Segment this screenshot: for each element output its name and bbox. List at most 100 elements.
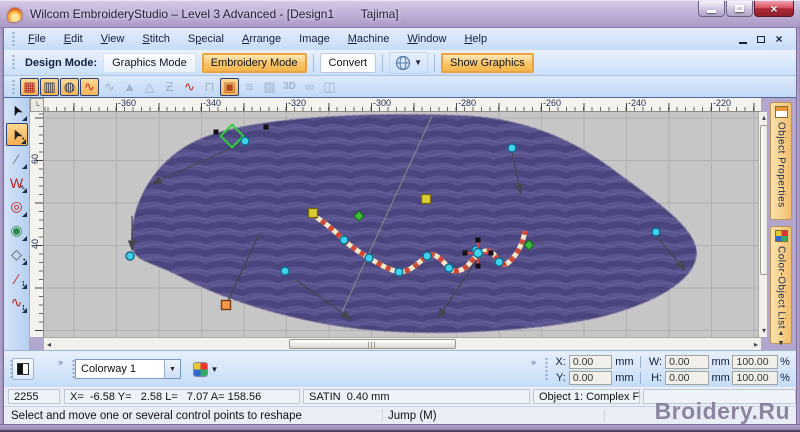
cyan-control-point[interactable] bbox=[280, 266, 290, 276]
black-control-point[interactable] bbox=[213, 129, 219, 135]
restore-icon bbox=[757, 33, 770, 43]
hoop-globe-button[interactable]: ▼ bbox=[389, 51, 428, 74]
fill-shape-tool[interactable]: ◉ bbox=[6, 219, 28, 242]
closed-shape-tool[interactable]: ◎ bbox=[6, 195, 28, 218]
embroidery-mode-button[interactable]: Embroidery Mode bbox=[201, 52, 307, 73]
zigzag-stitch-icon[interactable]: ∿ bbox=[80, 77, 99, 96]
x-label: X: bbox=[555, 355, 566, 368]
combo-dropdown-icon[interactable]: ▼ bbox=[164, 360, 180, 378]
toolbar-grip[interactable] bbox=[12, 31, 15, 47]
cyan-control-point[interactable] bbox=[394, 267, 404, 277]
black-control-point[interactable] bbox=[263, 124, 269, 130]
scale-y-field[interactable]: 100.00 bbox=[732, 370, 779, 385]
cyan-control-point[interactable] bbox=[422, 251, 432, 261]
menu-file[interactable]: File bbox=[19, 31, 55, 47]
toolbar-grip[interactable] bbox=[12, 53, 15, 72]
cyan-control-point[interactable] bbox=[240, 136, 250, 146]
toolbar-grip[interactable] bbox=[545, 357, 548, 381]
horizontal-scrollbar[interactable]: ◂ ▸ bbox=[44, 337, 761, 350]
menu-stitch[interactable]: Stitch bbox=[133, 31, 179, 47]
stitch-edit-tool[interactable]: ∿ 1 bbox=[6, 291, 28, 314]
wave-effect-icon[interactable]: ∿ bbox=[180, 78, 199, 96]
v-ruler-label: 40 bbox=[30, 239, 40, 250]
h-ruler-label: -260 bbox=[543, 98, 562, 108]
select-tool[interactable]: ➤ bbox=[6, 99, 28, 122]
minimize-button[interactable] bbox=[698, 1, 725, 17]
star-shape-tool[interactable]: ◇ • bbox=[6, 243, 28, 266]
scroll-right-icon[interactable]: ▸ bbox=[754, 341, 758, 349]
toolbar-overflow-chevron[interactable]: » bbox=[58, 357, 63, 367]
document-minimize-button[interactable] bbox=[734, 32, 752, 47]
menu-special[interactable]: Special bbox=[179, 31, 233, 47]
w-field[interactable]: 0.00 bbox=[665, 354, 709, 369]
close-button[interactable]: × bbox=[754, 1, 794, 17]
ruler-origin-button[interactable]: └ bbox=[30, 98, 44, 112]
current-stitch-type: SATIN 0.40 mm bbox=[303, 389, 530, 404]
cyan-control-point[interactable] bbox=[651, 227, 661, 237]
menu-arrange[interactable]: Arrange bbox=[233, 31, 290, 47]
maximize-button[interactable] bbox=[726, 1, 753, 17]
satin-outline-icon: △ bbox=[144, 79, 155, 94]
design-canvas[interactable] bbox=[44, 112, 758, 337]
motif-fill-icon[interactable]: ◍ bbox=[60, 77, 79, 96]
y-field[interactable]: 0.00 bbox=[568, 370, 613, 385]
texture-fill-icon[interactable]: ▣ bbox=[220, 77, 239, 96]
h-ruler-label: -300 bbox=[373, 98, 392, 108]
lettering-tool[interactable]: W ✎ bbox=[6, 171, 28, 194]
thread-colors-button[interactable]: ▼ bbox=[189, 359, 223, 379]
toolbar-overflow-chevron[interactable]: » bbox=[531, 357, 536, 367]
document-restore-button[interactable] bbox=[752, 32, 770, 47]
menu-edit[interactable]: Edit bbox=[55, 31, 92, 47]
convert-button[interactable]: Convert bbox=[319, 52, 377, 73]
cyan-control-point[interactable] bbox=[444, 263, 454, 273]
close-icon: × bbox=[775, 32, 783, 46]
complex-fill-icon[interactable]: ▦ bbox=[20, 77, 39, 96]
h-ruler-label: -240 bbox=[628, 98, 647, 108]
status-spare-cell bbox=[643, 389, 796, 404]
x-field[interactable]: 0.00 bbox=[568, 354, 613, 369]
toolbar-grip[interactable] bbox=[12, 79, 15, 94]
knife-tool[interactable]: ∕ bbox=[6, 147, 28, 170]
y-label: Y: bbox=[556, 371, 566, 384]
tab-scroll-up-icon[interactable]: ▲ bbox=[773, 329, 789, 338]
cyan-control-point[interactable] bbox=[339, 235, 349, 245]
tab-scroll-down-icon[interactable]: ▼ bbox=[773, 339, 789, 348]
tab-object-properties[interactable]: Object Properties bbox=[770, 102, 792, 220]
cyan-control-point[interactable] bbox=[507, 143, 517, 153]
separator bbox=[312, 53, 314, 72]
reshape-tool[interactable]: ➤ • bbox=[5, 123, 28, 146]
stitch-view-icon: ∞ bbox=[304, 79, 315, 94]
florentine-icon: ≡ bbox=[245, 79, 254, 94]
cyan-control-point[interactable] bbox=[364, 253, 374, 263]
graphics-mode-button[interactable]: Graphics Mode bbox=[103, 52, 196, 73]
dropdown-caret-icon: ▼ bbox=[414, 58, 422, 67]
menu-machine[interactable]: Machine bbox=[339, 31, 399, 47]
window-frame-bottom bbox=[0, 424, 800, 432]
h-field[interactable]: 0.00 bbox=[665, 370, 709, 385]
scale-x-field[interactable]: 100.00 bbox=[732, 354, 779, 369]
background-toggle-button[interactable] bbox=[12, 358, 34, 380]
orange-control-point[interactable] bbox=[220, 299, 232, 311]
yellow-control-point[interactable] bbox=[420, 193, 432, 205]
colorway-select[interactable]: Colorway 1 ▼ bbox=[75, 359, 181, 379]
yellow-control-point[interactable] bbox=[307, 207, 319, 219]
menu-image[interactable]: Image bbox=[290, 31, 339, 47]
horizontal-scroll-thumb[interactable] bbox=[289, 339, 456, 349]
tatami-fill-icon[interactable]: ▥ bbox=[40, 77, 59, 96]
cyan-control-point[interactable] bbox=[494, 257, 504, 267]
scroll-down-icon[interactable]: ▾ bbox=[762, 327, 766, 335]
scroll-up-icon[interactable]: ▴ bbox=[762, 114, 766, 122]
cyan-control-point[interactable] bbox=[125, 251, 135, 261]
document-close-button[interactable]: × bbox=[770, 32, 788, 47]
scroll-left-icon[interactable]: ◂ bbox=[47, 341, 51, 349]
color-object-list-icon bbox=[774, 230, 788, 242]
menu-help[interactable]: Help bbox=[455, 31, 496, 47]
run-line-tool[interactable]: ∕ 1 bbox=[6, 267, 28, 290]
menu-window[interactable]: Window bbox=[398, 31, 455, 47]
show-graphics-button[interactable]: Show Graphics bbox=[441, 52, 534, 73]
workspace: ➤ ➤ • ∕ W ✎ ◎ ◉ ◇ • ∕ 1 ∿ 1 └ -360 -340 -320 -300 -280 -26… bbox=[4, 98, 796, 350]
tab-color-object-list[interactable]: Color-Object List bbox=[770, 226, 792, 344]
menu-view[interactable]: View bbox=[92, 31, 134, 47]
app-logo-icon bbox=[8, 8, 22, 22]
flexi-split-icon: Ƶ bbox=[165, 79, 174, 94]
